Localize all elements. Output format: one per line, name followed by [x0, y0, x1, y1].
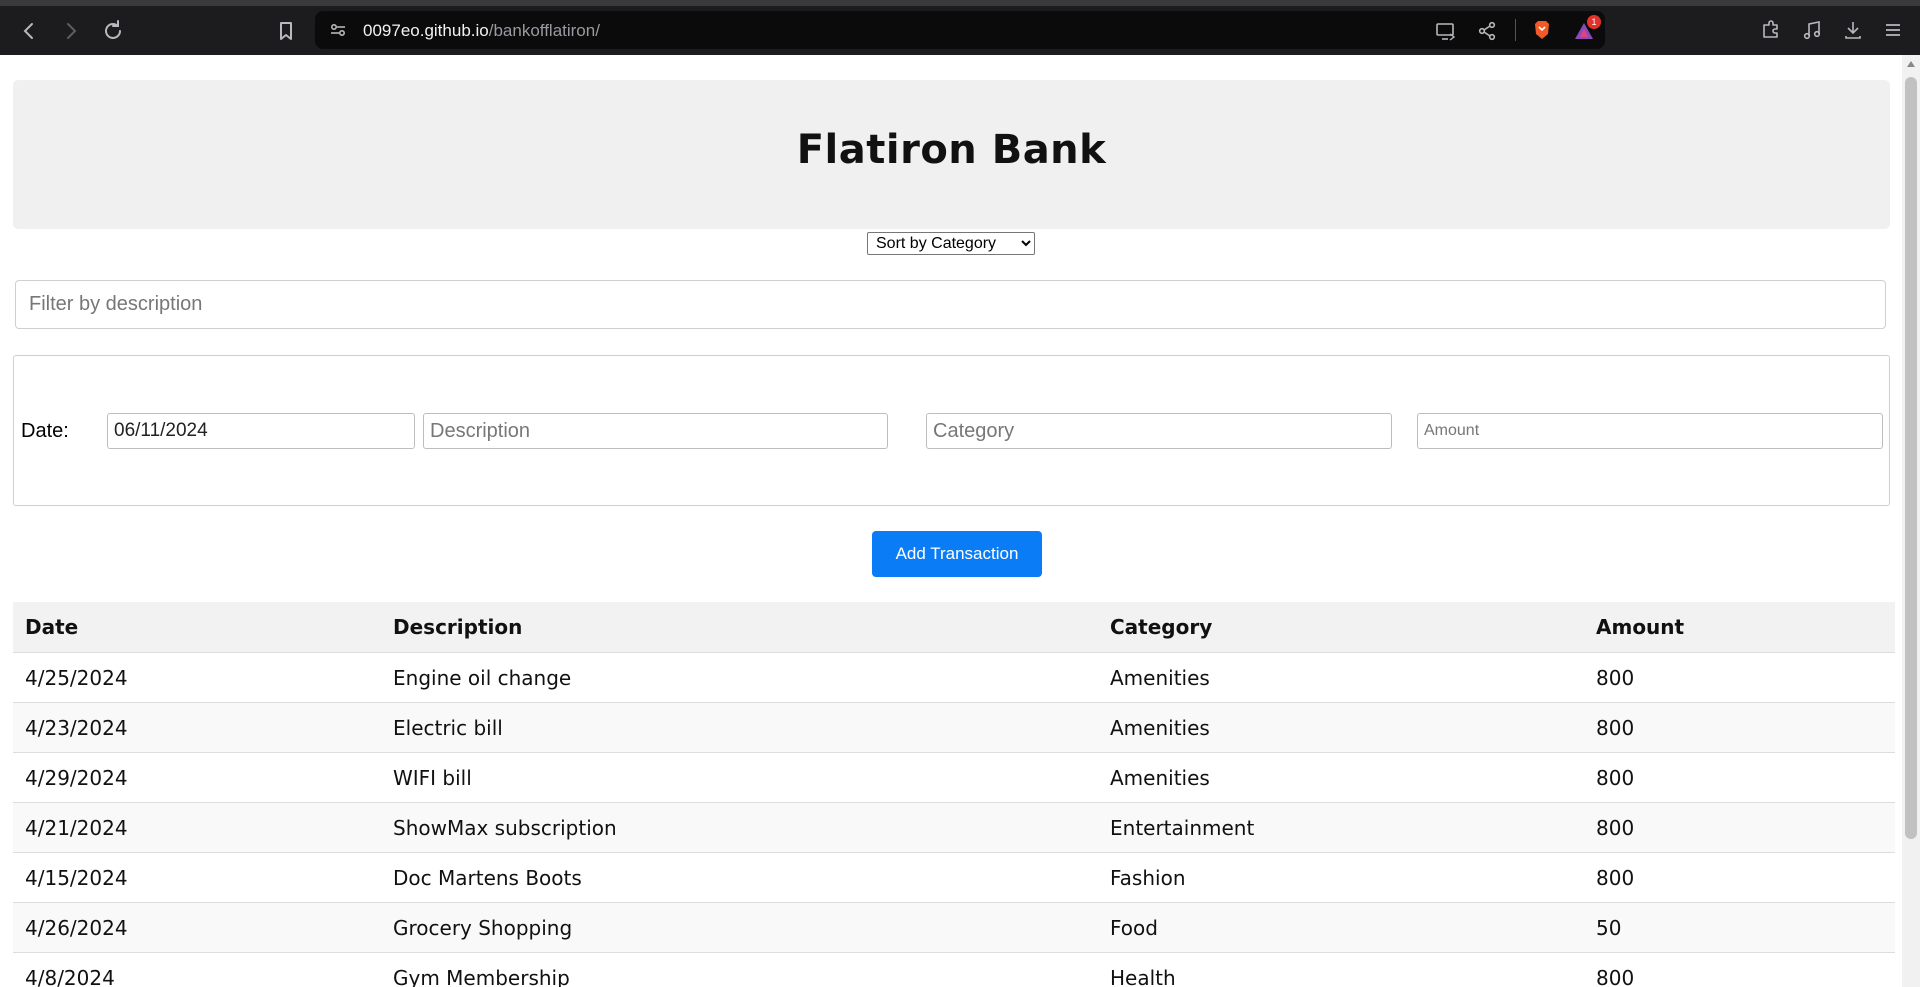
menu-icon[interactable]	[1881, 18, 1903, 40]
rewards-badge: 1	[1587, 15, 1601, 29]
cell-date: 4/29/2024	[13, 752, 381, 803]
sort-select[interactable]: Sort by Category	[867, 232, 1035, 255]
cell-amount: 800	[1584, 752, 1895, 803]
cell-amount: 800	[1584, 852, 1895, 903]
url-text[interactable]: 0097eo.github.io/bankofflatiron/	[363, 21, 600, 41]
cell-amount: 50	[1584, 902, 1895, 953]
page-title: Flatiron Bank	[796, 127, 1107, 173]
header-amount: Amount	[1584, 602, 1895, 653]
cell-date: 4/25/2024	[13, 652, 381, 703]
cell-date: 4/26/2024	[13, 902, 381, 953]
page-scrollbar[interactable]	[1902, 55, 1920, 987]
scrollbar-thumb[interactable]	[1905, 77, 1917, 839]
url-host: 0097eo.github.io	[363, 21, 489, 40]
cell-category: Amenities	[1098, 702, 1584, 753]
url-path: /bankofflatiron/	[488, 21, 600, 40]
table-row: 4/29/2024 WIFI bill Amenities 800	[13, 752, 1895, 803]
cast-icon[interactable]	[1435, 20, 1457, 42]
media-icon[interactable]	[1800, 18, 1822, 40]
cell-date: 4/8/2024	[13, 952, 381, 987]
table-header-row: Date Description Category Amount	[13, 602, 1895, 653]
cell-description: WIFI bill	[381, 752, 1098, 803]
back-icon[interactable]	[16, 18, 42, 44]
cell-amount: 800	[1584, 702, 1895, 753]
cell-description: ShowMax subscription	[381, 802, 1098, 853]
app-header: Flatiron Bank	[13, 80, 1890, 229]
address-bar[interactable]: 0097eo.github.io/bankofflatiron/ 1	[315, 11, 1605, 49]
cell-amount: 800	[1584, 652, 1895, 703]
table-row: 4/21/2024 ShowMax subscription Entertain…	[13, 802, 1895, 853]
cell-date: 4/15/2024	[13, 852, 381, 903]
brave-rewards-icon[interactable]: 1	[1573, 15, 1601, 42]
header-description: Description	[381, 602, 1098, 653]
brave-shields-icon[interactable]	[1531, 19, 1553, 41]
extensions-icon[interactable]	[1759, 18, 1781, 40]
browser-toolbar: 0097eo.github.io/bankofflatiron/ 1	[0, 0, 1920, 55]
cell-description: Electric bill	[381, 702, 1098, 753]
scroll-up-arrow-icon[interactable]	[1907, 61, 1915, 67]
add-transaction-button[interactable]: Add Transaction	[872, 531, 1042, 577]
page-content: Flatiron Bank Sort by Category Date: Add…	[0, 55, 1900, 987]
cell-description: Gym Membership	[381, 952, 1098, 987]
cell-category: Amenities	[1098, 752, 1584, 803]
table-row: 4/23/2024 Electric bill Amenities 800	[13, 702, 1895, 753]
date-label: Date:	[21, 420, 69, 442]
site-settings-icon[interactable]	[329, 21, 347, 39]
table-row: 4/25/2024 Engine oil change Amenities 80…	[13, 652, 1895, 703]
table-row: 4/8/2024 Gym Membership Health 800	[13, 952, 1895, 987]
amount-field[interactable]	[1417, 413, 1883, 449]
transactions-table: Date Description Category Amount 4/25/20…	[13, 602, 1895, 987]
cell-description: Engine oil change	[381, 652, 1098, 703]
cell-category: Entertainment	[1098, 802, 1584, 853]
cell-category: Fashion	[1098, 852, 1584, 903]
cell-category: Health	[1098, 952, 1584, 987]
table-row: 4/15/2024 Doc Martens Boots Fashion 800	[13, 852, 1895, 903]
cell-date: 4/21/2024	[13, 802, 381, 853]
download-icon[interactable]	[1841, 18, 1863, 40]
cell-description: Grocery Shopping	[381, 902, 1098, 953]
header-category: Category	[1098, 602, 1584, 653]
cell-category: Food	[1098, 902, 1584, 953]
cell-category: Amenities	[1098, 652, 1584, 703]
forward-icon[interactable]	[58, 18, 84, 44]
share-icon[interactable]	[1476, 20, 1498, 42]
reload-icon[interactable]	[100, 18, 126, 44]
cell-date: 4/23/2024	[13, 702, 381, 753]
date-field[interactable]	[107, 413, 415, 449]
filter-input[interactable]	[15, 280, 1886, 329]
toolbar-divider	[1515, 19, 1516, 41]
table-row: 4/26/2024 Grocery Shopping Food 50	[13, 902, 1895, 953]
transaction-form: Date:	[13, 355, 1890, 506]
description-field[interactable]	[423, 413, 888, 449]
cell-amount: 800	[1584, 952, 1895, 987]
cell-description: Doc Martens Boots	[381, 852, 1098, 903]
cell-amount: 800	[1584, 802, 1895, 853]
category-field[interactable]	[926, 413, 1392, 449]
bookmark-icon[interactable]	[273, 18, 299, 44]
header-date: Date	[13, 602, 381, 653]
